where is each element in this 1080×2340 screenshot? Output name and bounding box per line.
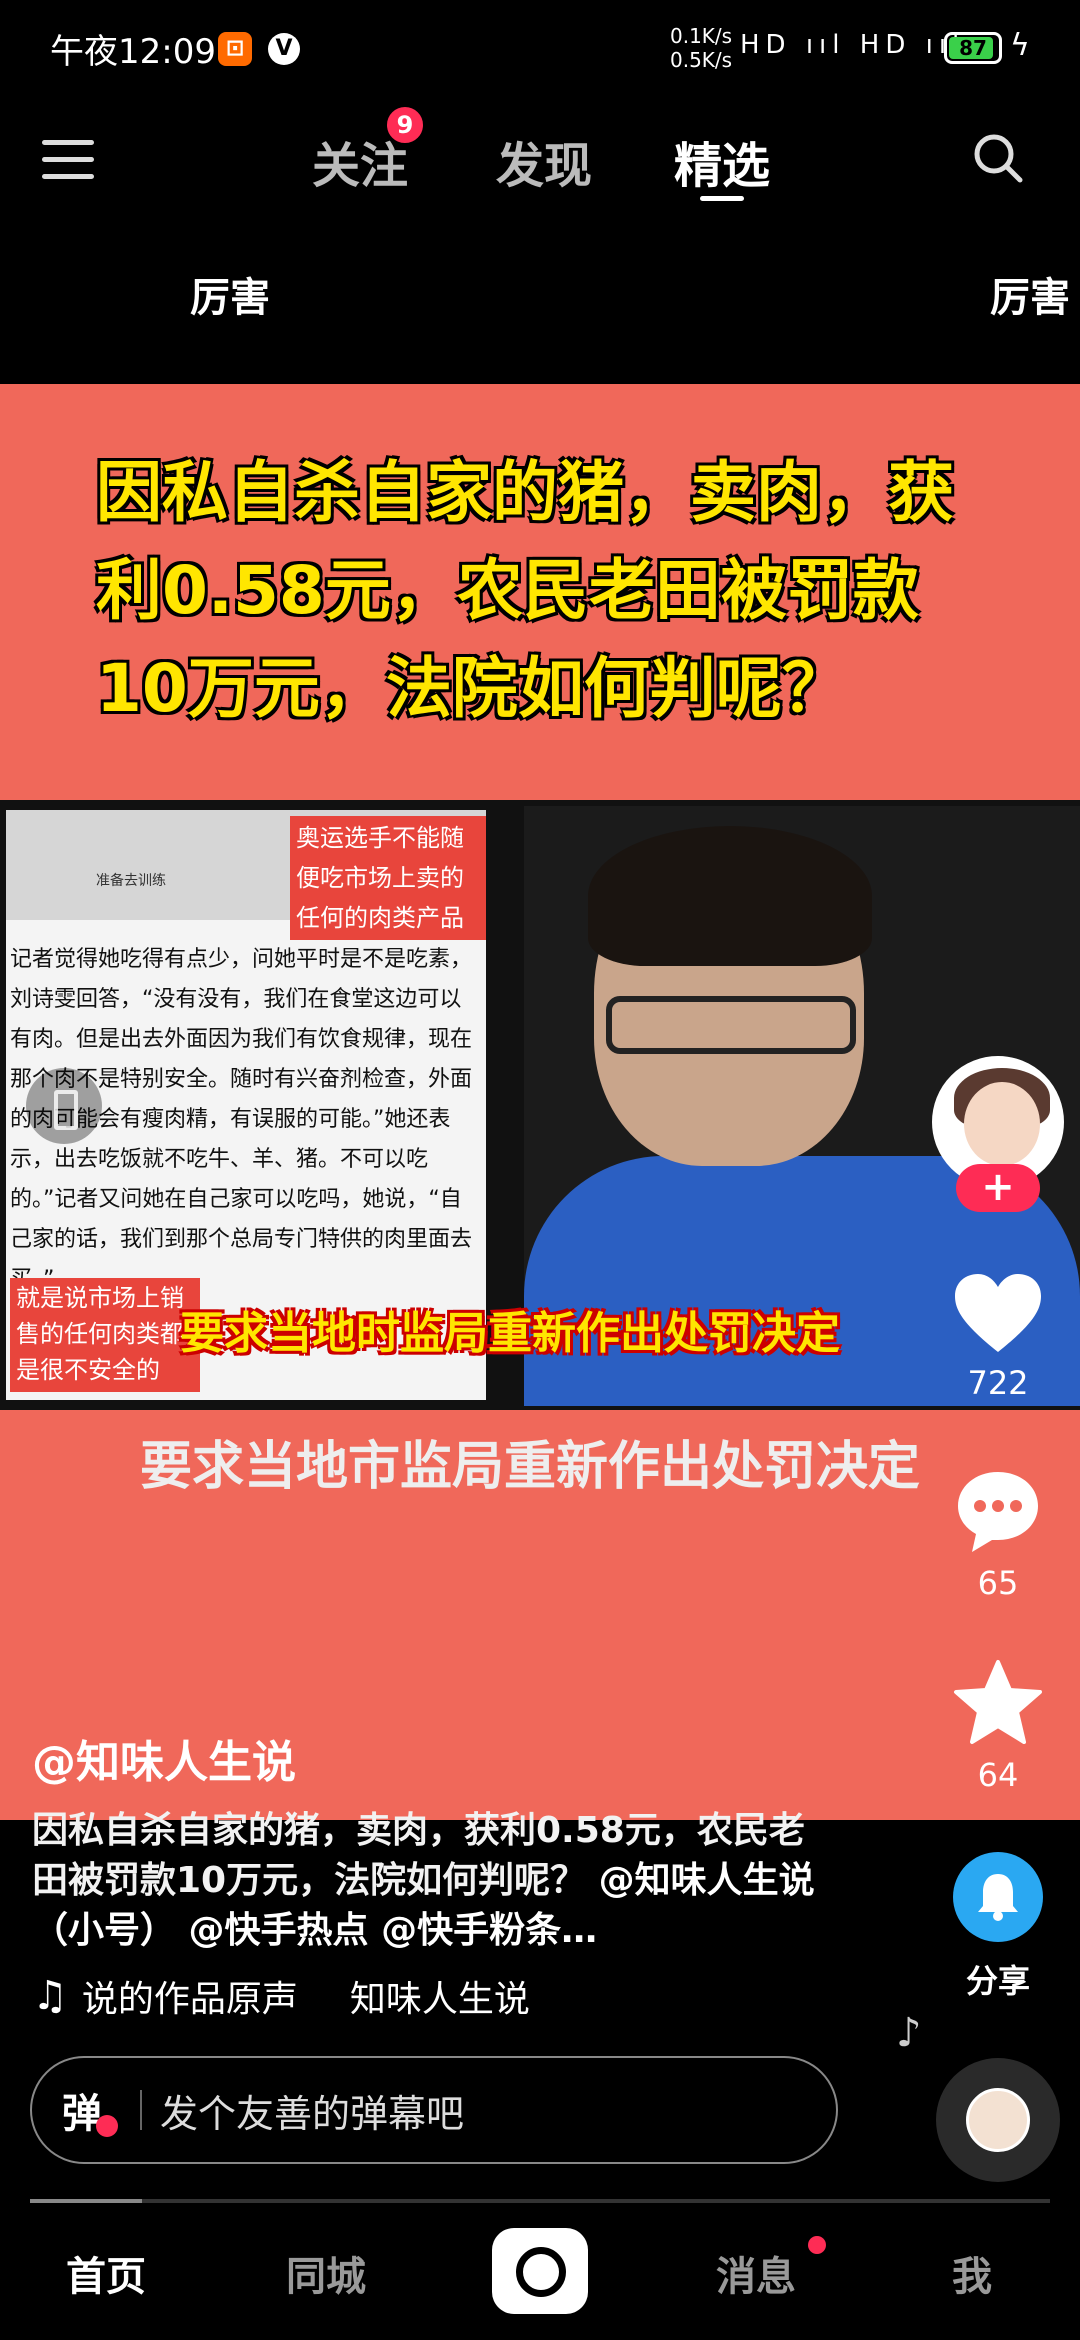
music-note-icon: ♫ — [32, 1973, 68, 2019]
red-note-bottom: 就是说市场上销售的任何肉类都是很不安全的 — [10, 1278, 200, 1392]
speaker-glasses — [606, 996, 856, 1054]
nav-local[interactable]: 同城 — [286, 2244, 366, 2302]
danmaku-placeholder: 发个友善的弹幕吧 — [160, 2091, 465, 2136]
inset-caption: 要求当地时监局重新作出处罚决定 — [180, 1308, 840, 1359]
music-disc[interactable] — [936, 2058, 1060, 2182]
app-notification-icon: ⊡ — [218, 32, 252, 66]
video-progress-bar[interactable] — [30, 2199, 1050, 2203]
net-down: 0.5K/s — [670, 48, 733, 72]
post-description[interactable]: 因私自杀自家的猪，卖肉，获利0.58元，农民老田被罚款10万元，法院如何判呢？ … — [32, 1806, 832, 1956]
danmaku-comment: 厉害 — [190, 275, 270, 321]
music-disc-avatar — [966, 2088, 1030, 2152]
search-icon[interactable] — [972, 132, 1024, 184]
follow-button[interactable]: + — [956, 1164, 1040, 1212]
tab-discover[interactable]: 发现 — [496, 126, 592, 196]
network-speed: 0.1K/s 0.5K/s — [670, 24, 732, 72]
comment-icon — [958, 1472, 1038, 1552]
battery-icon: 87 — [944, 32, 1002, 64]
signal-icons: HD ııl HD ııl — [740, 30, 965, 60]
nav-home[interactable]: 首页 — [66, 2244, 146, 2302]
pip-icon[interactable] — [26, 1068, 102, 1144]
music-row[interactable]: ♫ 说的作品原声 知味人生说 — [32, 1970, 530, 2022]
comment-action[interactable]: 65 — [936, 1468, 1060, 1602]
share-action[interactable]: 分享 — [936, 1852, 1060, 2002]
speaker-hair — [588, 826, 872, 966]
video-headline: 因私自杀自家的猪，卖肉，获利0.58元，农民老田被罚款10万元，法院如何判呢？ — [96, 454, 954, 727]
following-badge: 9 — [384, 104, 426, 146]
status-bar: 午夜12:09 ⊡ V 0.1K/s 0.5K/s HD ııl HD ııl … — [0, 0, 1080, 100]
music-artist: 知味人生说 — [349, 1979, 530, 2020]
video-player[interactable]: 因私自杀自家的猪，卖肉，获利0.58元，农民老田被罚款10万元，法院如何判呢？ … — [0, 384, 1080, 1820]
music-title: 说的作品原声 — [81, 1979, 298, 2020]
progress-fill — [30, 2199, 143, 2203]
share-label: 分享 — [965, 1962, 1030, 2000]
like-action[interactable]: 722 — [936, 1272, 1060, 1402]
menu-icon[interactable] — [42, 140, 94, 180]
signal-bars: HD ııl HD ııl — [740, 30, 966, 60]
avatar-face — [964, 1082, 1040, 1166]
like-count: 722 — [967, 1364, 1029, 1402]
divider — [140, 2090, 142, 2130]
bottom-nav: 首页 同城 消息 我 — [0, 2210, 1080, 2340]
net-up: 0.1K/s — [670, 24, 733, 48]
active-tab-indicator — [700, 196, 744, 201]
battery-percent: 87 — [959, 36, 987, 60]
comment-count: 65 — [977, 1564, 1019, 1602]
heart-icon — [955, 1274, 1041, 1352]
video-subtitle: 要求当地市监局重新作出处罚决定 — [139, 1437, 920, 1497]
v-app-icon: V — [268, 33, 300, 65]
floating-notes-icon: ♪ — [896, 2010, 922, 2056]
camera-icon[interactable] — [492, 2228, 588, 2314]
top-nav: 关注 9 发现 精选 — [0, 100, 1080, 220]
danmaku-comment: 厉害 — [990, 275, 1070, 321]
tab-featured[interactable]: 精选 — [674, 126, 770, 196]
danmaku-enabled-icon — [96, 2115, 118, 2137]
danmaku-toggle[interactable]: 弹 — [62, 2081, 122, 2139]
star-icon — [954, 1660, 1042, 1744]
messages-dot — [808, 2236, 826, 2254]
favorite-count: 64 — [977, 1756, 1019, 1794]
author-name[interactable]: @知味人生说 — [32, 1726, 296, 1790]
nav-messages[interactable]: 消息 — [716, 2244, 796, 2302]
danmaku-input[interactable]: 弹 发个友善的弹幕吧 — [30, 2056, 838, 2164]
red-note-top: 奥运选手不能随便吃市场上卖的任何的肉类产品 — [290, 816, 486, 940]
nav-me[interactable]: 我 — [952, 2244, 992, 2302]
video-inset-frame: 准备去训练 奥运选手不能随便吃市场上卖的任何的肉类产品 记者觉得她吃得有点少，问… — [0, 800, 1080, 1410]
share-bell-glyph — [978, 1874, 1018, 1921]
charging-icon: ϟ — [1010, 28, 1030, 63]
share-icon — [953, 1852, 1043, 1942]
doc-photo-tag: 准备去训练 — [96, 873, 166, 889]
favorite-action[interactable]: 64 — [936, 1658, 1060, 1794]
status-time: 午夜12:09 — [50, 32, 216, 72]
